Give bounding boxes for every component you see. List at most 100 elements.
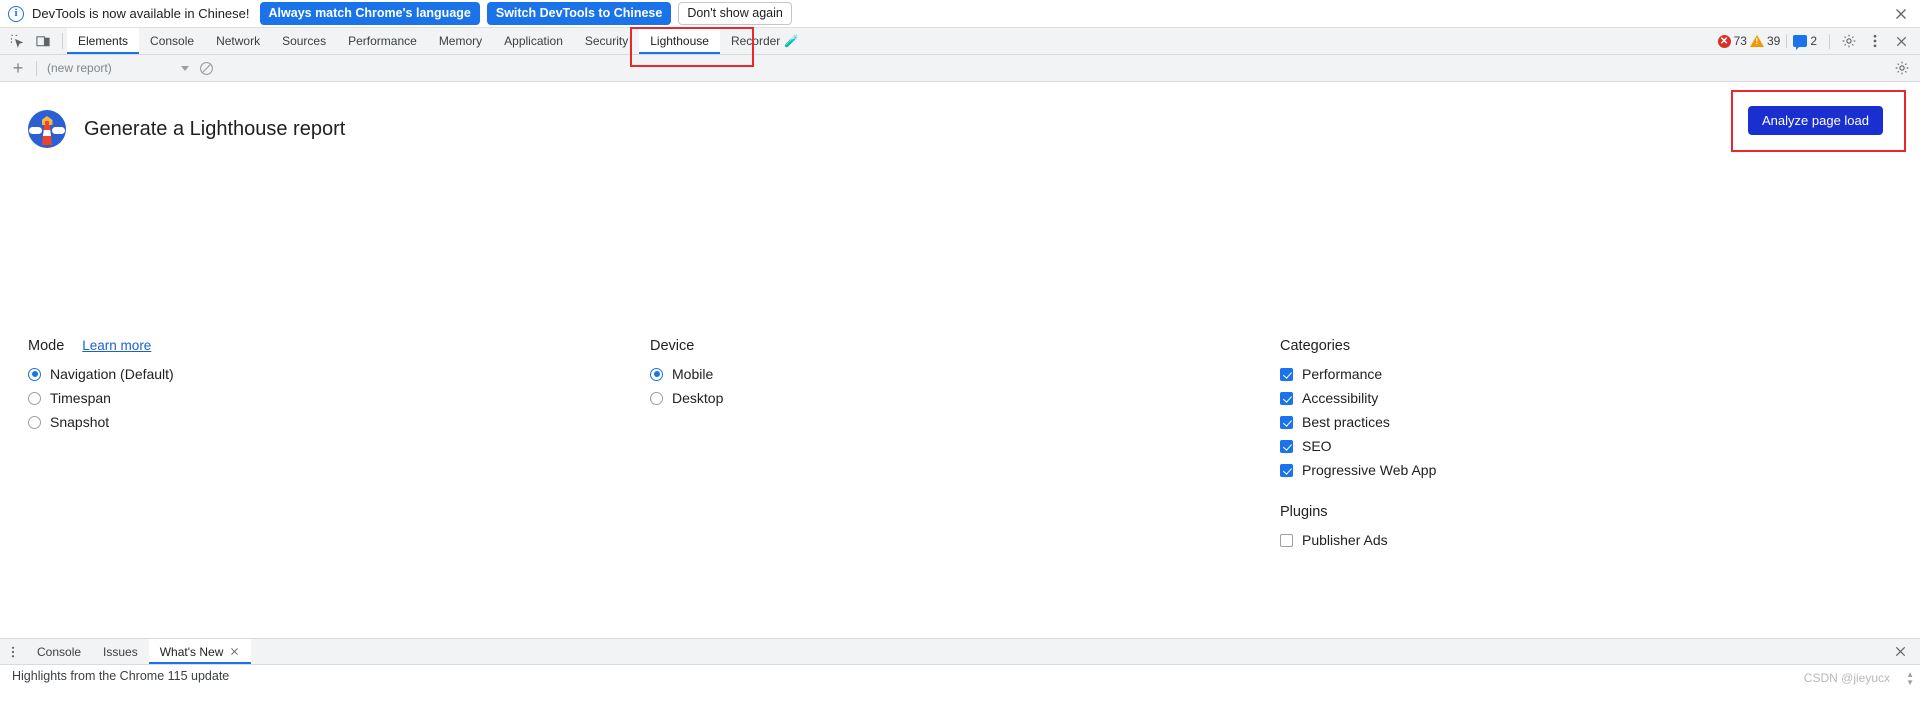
category-option-pwa[interactable]: Progressive Web App: [1280, 458, 1436, 482]
tab-sources[interactable]: Sources: [271, 28, 337, 54]
logo-beam-left: [29, 127, 42, 134]
tab-security[interactable]: Security: [574, 28, 639, 54]
lighthouse-settings-form: Mode Learn more Navigation (Default) Tim…: [0, 148, 1920, 548]
option-label: Best practices: [1302, 414, 1390, 430]
device-toolbar-icon[interactable]: [32, 31, 54, 51]
category-option-seo[interactable]: SEO: [1280, 434, 1436, 458]
info-icon: i: [8, 5, 24, 22]
tab-application[interactable]: Application: [493, 28, 574, 54]
warning-counter[interactable]: 39: [1749, 34, 1781, 48]
device-title: Device: [650, 338, 695, 354]
tab-memory[interactable]: Memory: [428, 28, 493, 54]
checkbox-icon[interactable]: [1280, 439, 1293, 453]
page-title: Generate a Lighthouse report: [84, 117, 346, 140]
tab-console[interactable]: Console: [139, 28, 205, 54]
checkbox-icon[interactable]: [1280, 415, 1293, 429]
checkbox-icon[interactable]: [1280, 533, 1293, 547]
device-group: Device Mobile Desktop: [650, 338, 723, 410]
kebab-menu-icon[interactable]: [1863, 30, 1887, 52]
mode-group: Mode Learn more Navigation (Default) Tim…: [28, 338, 174, 434]
checkbox-icon[interactable]: [1280, 391, 1293, 405]
lighthouse-logo-icon: [28, 110, 66, 148]
drawer-tabstrip: Console Issues What's New: [0, 639, 1920, 665]
lighthouse-start-view: Generate a Lighthouse report Analyze pag…: [0, 82, 1920, 638]
logo-beam-right: [52, 127, 65, 134]
drawer-tab-console[interactable]: Console: [26, 639, 92, 664]
message-count: 2: [1810, 34, 1817, 48]
tabstrip-right-controls: ✕ 73 39 2: [1713, 28, 1920, 54]
error-counter[interactable]: ✕ 73: [1717, 34, 1747, 48]
tab-lighthouse[interactable]: Lighthouse: [639, 28, 720, 54]
tab-elements[interactable]: Elements: [67, 28, 140, 54]
plugin-option-publisher-ads[interactable]: Publisher Ads: [1280, 528, 1436, 552]
lighthouse-header: Generate a Lighthouse report: [0, 82, 1920, 148]
devtools-language-infobar: i DevTools is now available in Chinese! …: [0, 0, 1920, 28]
main-tabs: Elements Console Network Sources Perform…: [67, 28, 810, 54]
clear-icon[interactable]: [195, 57, 217, 79]
switch-devtools-language-button[interactable]: Switch DevTools to Chinese: [486, 2, 672, 25]
close-icon[interactable]: [1888, 641, 1912, 663]
message-icon: [1793, 35, 1808, 50]
option-label: Performance: [1302, 366, 1383, 382]
category-option-performance[interactable]: Performance: [1280, 362, 1436, 386]
close-icon[interactable]: [229, 646, 240, 657]
issue-counters[interactable]: ✕ 73 39 2: [1713, 32, 1822, 50]
option-label: Desktop: [672, 390, 724, 406]
option-label: Progressive Web App: [1302, 462, 1437, 478]
lighthouse-toolbar: + (new report): [0, 55, 1920, 82]
gear-icon[interactable]: [1837, 30, 1861, 52]
tab-label: Memory: [438, 34, 483, 48]
categories-title-row: Categories: [1280, 338, 1436, 354]
mode-option-navigation[interactable]: Navigation (Default): [28, 362, 174, 386]
checkbox-icon[interactable]: [1280, 463, 1293, 477]
tab-network[interactable]: Network: [205, 28, 271, 54]
report-select[interactable]: (new report): [43, 61, 193, 75]
message-counter[interactable]: 2: [1793, 34, 1817, 50]
checkbox-icon[interactable]: [1280, 367, 1293, 381]
drawer-tab-label: Issues: [103, 644, 138, 659]
mode-option-snapshot[interactable]: Snapshot: [28, 410, 174, 434]
plugins-title: Plugins: [1280, 504, 1328, 520]
tab-label: Application: [504, 34, 563, 48]
tab-recorder[interactable]: Recorder 🧪: [720, 28, 810, 54]
option-label: Publisher Ads: [1302, 532, 1388, 548]
close-icon[interactable]: [1889, 30, 1913, 52]
inspect-element-icon[interactable]: [6, 31, 28, 51]
drawer-tab-whats-new[interactable]: What's New: [148, 639, 252, 664]
radio-icon[interactable]: [28, 367, 41, 381]
analyze-page-load-button[interactable]: Analyze page load: [1748, 106, 1883, 135]
scrollbar[interactable]: ▲ ▼: [1906, 671, 1914, 687]
device-option-desktop[interactable]: Desktop: [650, 386, 723, 410]
tabstrip-tool-icons: [0, 28, 58, 54]
error-count: 73: [1733, 34, 1747, 48]
option-label: Snapshot: [50, 414, 110, 430]
right-divider: [1829, 33, 1830, 49]
new-report-button[interactable]: +: [6, 57, 30, 79]
dont-show-again-button[interactable]: Don't show again: [678, 2, 792, 25]
tab-label: Network: [216, 34, 261, 48]
radio-icon[interactable]: [28, 391, 41, 405]
learn-more-link[interactable]: Learn more: [82, 338, 151, 353]
gear-icon[interactable]: [1890, 57, 1914, 79]
device-option-mobile[interactable]: Mobile: [650, 362, 723, 386]
tabstrip-divider: [62, 33, 63, 49]
close-icon[interactable]: [1892, 5, 1910, 23]
device-title-row: Device: [650, 338, 723, 354]
mode-option-timespan[interactable]: Timespan: [28, 386, 174, 410]
radio-icon[interactable]: [650, 367, 663, 381]
warning-icon: [1749, 35, 1764, 47]
option-label: SEO: [1302, 438, 1332, 454]
kebab-menu-icon[interactable]: [0, 639, 26, 664]
always-match-language-button[interactable]: Always match Chrome's language: [259, 2, 480, 25]
radio-icon[interactable]: [650, 391, 663, 405]
category-option-best-practices[interactable]: Best practices: [1280, 410, 1436, 434]
radio-icon[interactable]: [28, 415, 41, 429]
warning-count: 39: [1766, 34, 1781, 48]
drawer-tab-issues[interactable]: Issues: [92, 639, 149, 664]
scroll-down-icon[interactable]: ▼: [1906, 679, 1914, 687]
tab-label: Console: [150, 34, 195, 48]
mode-title: Mode: [28, 338, 65, 354]
category-option-accessibility[interactable]: Accessibility: [1280, 386, 1436, 410]
option-label: Timespan: [50, 390, 111, 406]
tab-performance[interactable]: Performance: [337, 28, 428, 54]
